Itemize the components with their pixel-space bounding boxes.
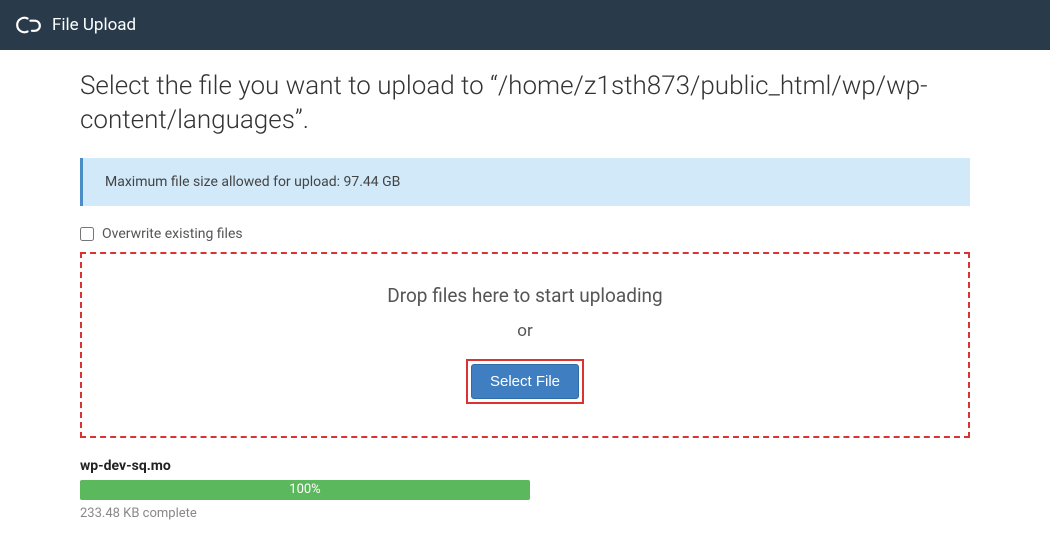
cpanel-logo-icon <box>16 12 42 38</box>
select-file-highlight: Select File <box>466 359 584 404</box>
page-title: Select the file you want to upload to “/… <box>80 70 970 138</box>
app-title: File Upload <box>52 15 136 35</box>
progress-status: 233.48 KB complete <box>80 506 970 521</box>
upload-item: wp-dev-sq.mo 100% 233.48 KB complete <box>80 458 970 521</box>
overwrite-label: Overwrite existing files <box>102 226 243 242</box>
upload-file-name: wp-dev-sq.mo <box>80 458 970 474</box>
overwrite-row[interactable]: Overwrite existing files <box>80 226 970 242</box>
content-area: Select the file you want to upload to “/… <box>0 50 1050 541</box>
app-header: File Upload <box>0 0 1050 50</box>
progress-bar: 100% <box>80 480 530 500</box>
info-message: Maximum file size allowed for upload: 97… <box>105 174 400 190</box>
overwrite-checkbox[interactable] <box>80 227 94 241</box>
select-file-button[interactable]: Select File <box>471 364 579 399</box>
progress-fill: 100% <box>80 480 530 500</box>
dropzone-text: Drop files here to start uploading <box>102 284 948 307</box>
info-box: Maximum file size allowed for upload: 97… <box>80 158 970 206</box>
progress-percent-label: 100% <box>289 482 320 497</box>
dropzone[interactable]: Drop files here to start uploading or Se… <box>80 252 970 438</box>
dropzone-or: or <box>102 321 948 341</box>
